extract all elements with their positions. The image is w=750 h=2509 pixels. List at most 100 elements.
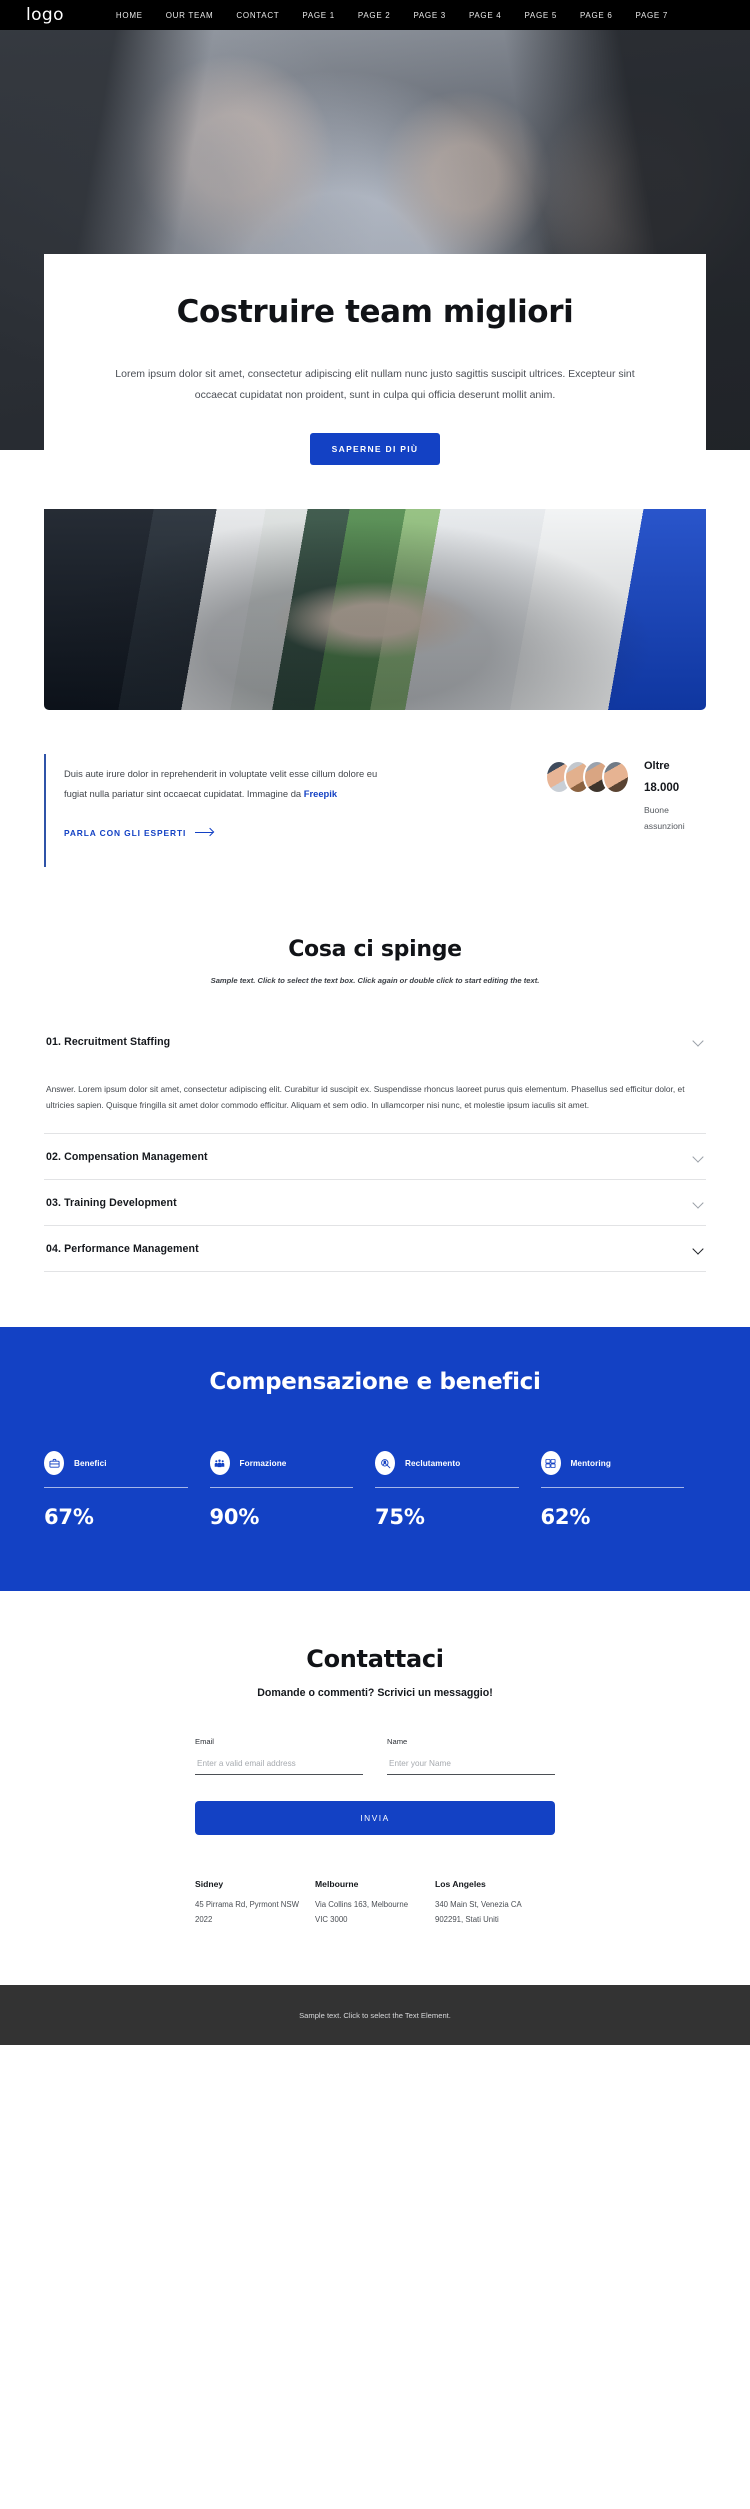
nav-link-page-2[interactable]: PAGE 2 bbox=[358, 11, 391, 20]
office-city: Los Angeles bbox=[435, 1879, 486, 1890]
accordion-item-1: 01. Recruitment Staffing Answer. Lorem i… bbox=[44, 1019, 706, 1135]
name-field-group: Name bbox=[387, 1737, 555, 1776]
stat-value: 18.000 bbox=[644, 781, 680, 794]
benefit-head-1: Benefici bbox=[44, 1451, 188, 1476]
footer-text: Sample text. Click to select the Text El… bbox=[299, 2010, 451, 2020]
benefit-value-2: 90% bbox=[209, 1505, 260, 1530]
office-address: Via Collins 163, Melbourne VIC 3000 bbox=[315, 1900, 409, 1924]
freepik-link[interactable]: Freepik bbox=[304, 788, 337, 799]
hero-card: Costruire team migliori Lorem ipsum dolo… bbox=[44, 254, 706, 509]
accordion-body-1: Answer. Lorem ipsum dolor sit amet, cons… bbox=[44, 1064, 706, 1134]
benefit-rule-4 bbox=[540, 1487, 684, 1489]
benefit-rule-2 bbox=[209, 1487, 353, 1489]
contact-section: Contattaci Domande o commenti? Scrivici … bbox=[0, 1591, 750, 1927]
benefit-head-3: Reclutamento bbox=[375, 1451, 519, 1476]
office-city: Melbourne bbox=[315, 1879, 359, 1890]
office-address: 45 Pirrama Rd, Pyrmont NSW 2022 bbox=[195, 1900, 299, 1924]
accordion-item-4: 04. Performance Management bbox=[44, 1226, 706, 1273]
id-card-icon bbox=[540, 1451, 561, 1476]
benefit-head-4: Mentoring bbox=[540, 1451, 685, 1476]
page-root: logo HOME OUR TEAM CONTACT PAGE 1 PAGE 2… bbox=[0, 0, 750, 2046]
accordion-header-2[interactable]: 02. Compensation Management bbox=[44, 1134, 706, 1179]
accordion-title-2: 02. Compensation Management bbox=[46, 1151, 208, 1164]
accordion: 01. Recruitment Staffing Answer. Lorem i… bbox=[44, 1019, 706, 1273]
accordion-title-1: 01. Recruitment Staffing bbox=[46, 1035, 171, 1048]
benefit-col-3: Reclutamento 75% bbox=[375, 1451, 541, 1529]
stat-prefix: Oltre bbox=[644, 760, 670, 772]
benefits-stats-section: Compensazione e benefici Benefici 67% Fo… bbox=[0, 1327, 750, 1592]
people-group-icon bbox=[209, 1451, 230, 1476]
contact-subtitle: Domande o commenti? Scrivici un messaggi… bbox=[257, 1687, 493, 1700]
office-city: Sidney bbox=[195, 1879, 224, 1890]
benefit-label-4: Mentoring bbox=[570, 1458, 611, 1468]
benefit-head-2: Formazione bbox=[209, 1451, 354, 1476]
arrow-right-icon bbox=[195, 831, 214, 834]
email-label: Email bbox=[195, 1737, 214, 1747]
benefit-value-4: 62% bbox=[540, 1505, 591, 1530]
handshake-photo bbox=[44, 496, 706, 710]
nav-link-home[interactable]: HOME bbox=[116, 11, 143, 20]
email-field-group: Email bbox=[195, 1737, 363, 1776]
accordion-title-4: 04. Performance Management bbox=[46, 1243, 199, 1256]
benefit-col-1: Benefici 67% bbox=[44, 1451, 210, 1529]
chevron-down-icon[interactable] bbox=[693, 1198, 704, 1209]
accordion-header-4[interactable]: 04. Performance Management bbox=[44, 1226, 706, 1271]
briefcase-icon bbox=[44, 1451, 64, 1476]
offices-list: Sidney 45 Pirrama Rd, Pyrmont NSW 2022 M… bbox=[195, 1879, 555, 1927]
talk-to-experts-label: PARLA CON GLI ESPERTI bbox=[64, 827, 187, 838]
nav-link-page-1[interactable]: PAGE 1 bbox=[302, 11, 335, 20]
avatar-group bbox=[545, 760, 630, 794]
form-fields-row: Email Name bbox=[195, 1737, 555, 1776]
benefit-value-3: 75% bbox=[375, 1505, 425, 1530]
nav-links: HOME OUR TEAM CONTACT PAGE 1 PAGE 2 PAGE… bbox=[116, 11, 668, 20]
accordion-header-3[interactable]: 03. Training Development bbox=[44, 1180, 706, 1225]
stat-text: Oltre 18.000 Buone assunzioni bbox=[644, 760, 706, 835]
site-logo[interactable]: logo bbox=[26, 6, 64, 24]
accordion-section: Cosa ci spinge Sample text. Click to sel… bbox=[0, 867, 750, 1273]
email-field[interactable] bbox=[195, 1755, 363, 1776]
office-address: 340 Main St, Venezia CA 902291, Stati Un… bbox=[435, 1900, 522, 1924]
benefit-label-2: Formazione bbox=[239, 1458, 287, 1468]
nav-link-our-team[interactable]: OUR TEAM bbox=[166, 11, 214, 20]
contact-title: Contattaci bbox=[306, 1645, 444, 1674]
office-los-angeles: Los Angeles 340 Main St, Venezia CA 9022… bbox=[435, 1879, 555, 1927]
accordion-header-1[interactable]: 01. Recruitment Staffing bbox=[44, 1019, 706, 1064]
benefit-rule-3 bbox=[375, 1487, 519, 1489]
section-subtitle: Sample text. Click to select the text bo… bbox=[210, 975, 540, 985]
nav-link-page-6[interactable]: PAGE 6 bbox=[580, 11, 613, 20]
name-field[interactable] bbox=[387, 1755, 555, 1776]
accordion-item-3: 03. Training Development bbox=[44, 1180, 706, 1227]
nav-link-page-4[interactable]: PAGE 4 bbox=[469, 11, 502, 20]
nav-link-page-7[interactable]: PAGE 7 bbox=[636, 11, 669, 20]
benefit-col-2: Formazione 90% bbox=[209, 1451, 376, 1530]
page-title: Costruire team migliori bbox=[176, 294, 574, 330]
quote-block: Duis aute irure dolor in reprehenderit i… bbox=[44, 754, 384, 867]
office-melbourne: Melbourne Via Collins 163, Melbourne VIC… bbox=[315, 1879, 435, 1927]
accordion-item-2: 02. Compensation Management bbox=[44, 1134, 706, 1181]
office-sidney: Sidney 45 Pirrama Rd, Pyrmont NSW 2022 bbox=[195, 1879, 315, 1927]
name-label: Name bbox=[387, 1737, 408, 1747]
stat-caption: Buone assunzioni bbox=[644, 805, 685, 832]
benefit-value-1: 67% bbox=[44, 1505, 94, 1530]
benefit-rule-1 bbox=[44, 1487, 188, 1489]
magnifier-person-icon bbox=[375, 1451, 395, 1476]
talk-to-experts-link[interactable]: PARLA CON GLI ESPERTI bbox=[64, 827, 214, 838]
benefits-grid: Benefici 67% Formazione 90% Reclutamento… bbox=[44, 1451, 706, 1529]
benefits-section-title: Compensazione e benefici bbox=[209, 1369, 541, 1396]
nav-link-contact[interactable]: CONTACT bbox=[236, 11, 279, 20]
avatar bbox=[602, 760, 630, 794]
hero-paragraph: Lorem ipsum dolor sit amet, consectetur … bbox=[115, 367, 635, 402]
learn-more-button[interactable]: SAPERNE DI PIÙ bbox=[309, 432, 441, 465]
handshake-photo-wrap bbox=[0, 496, 750, 710]
nav-link-page-3[interactable]: PAGE 3 bbox=[413, 11, 446, 20]
contact-form: Email Name INVIA bbox=[195, 1737, 555, 1836]
chevron-down-icon[interactable] bbox=[693, 1244, 704, 1255]
footer: Sample text. Click to select the Text El… bbox=[0, 1985, 750, 2046]
quote-text: Duis aute irure dolor in reprehenderit i… bbox=[64, 764, 384, 804]
benefit-col-4: Mentoring 62% bbox=[540, 1451, 707, 1530]
chevron-down-icon[interactable] bbox=[693, 1036, 704, 1047]
chevron-down-icon[interactable] bbox=[693, 1152, 704, 1163]
submit-button[interactable]: INVIA bbox=[195, 1801, 555, 1836]
accordion-title-3: 03. Training Development bbox=[46, 1197, 177, 1210]
nav-link-page-5[interactable]: PAGE 5 bbox=[524, 11, 557, 20]
